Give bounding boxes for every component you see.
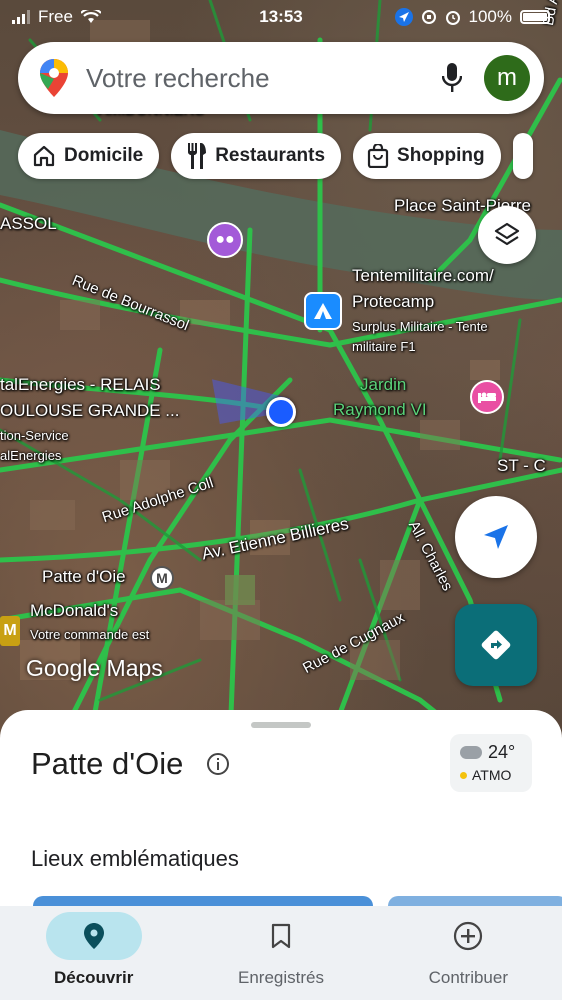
map-label-total-line2: OULOUSE GRANDE ...	[0, 401, 180, 420]
voice-search-button[interactable]	[430, 56, 474, 100]
map-label-raymond-vi: Raymond VI	[333, 400, 427, 419]
map-label-patte-doie: Patte d'Oie	[42, 567, 126, 586]
tent-store-icon[interactable]	[304, 292, 342, 330]
map-label-total-line1: talEnergies - RELAIS	[0, 375, 161, 394]
info-icon[interactable]	[206, 752, 230, 776]
wifi-icon	[80, 10, 101, 23]
location-pin-icon	[83, 923, 104, 949]
navigation-arrow-icon	[484, 525, 508, 549]
bottom-navigation: Découvrir Enregistrés Contribuer	[0, 906, 562, 1000]
map-layers-button[interactable]	[478, 206, 536, 264]
my-location-button[interactable]	[455, 496, 537, 578]
nav-label: Découvrir	[53, 968, 134, 987]
chip-restaurants[interactable]: Restaurants	[171, 133, 342, 179]
directions-icon	[481, 630, 511, 660]
map-label-total-line4: alEnergies	[0, 448, 62, 463]
nav-tab-contribuer[interactable]: Contribuer	[375, 906, 562, 1000]
alarm-icon	[445, 11, 460, 25]
map-label-protecamp: Protecamp	[352, 292, 435, 311]
chip-label: Restaurants	[215, 145, 326, 166]
cloud-icon	[460, 746, 482, 759]
search-bar[interactable]: Votre recherche m	[18, 42, 544, 114]
battery-percent: 100%	[468, 7, 512, 26]
location-services-icon	[394, 8, 413, 26]
air-quality-label: ATMO	[472, 767, 512, 783]
air-quality-dot	[460, 771, 467, 779]
place-title: Patte d'Oie	[31, 746, 184, 781]
status-bar: Free 13:53 100%	[0, 0, 562, 34]
google-maps-pin-icon	[40, 59, 68, 97]
map-label-surplus-line2: militaire F1	[352, 339, 416, 354]
map-label-surplus-line1: Surplus Militaire - Tente	[352, 319, 488, 334]
map-label-mcdonalds-sub: Votre commande est	[30, 627, 150, 642]
mcdonalds-icon[interactable]: M	[0, 616, 20, 646]
microphone-icon	[442, 63, 462, 92]
section-title: Lieux emblématiques	[31, 846, 239, 871]
bookmark-icon	[271, 923, 291, 949]
nav-tab-enregistres[interactable]: Enregistrés	[187, 906, 374, 1000]
directions-button[interactable]	[455, 604, 537, 686]
chip-more[interactable]	[512, 133, 533, 179]
chip-domicile[interactable]: Domicile	[18, 133, 160, 179]
account-avatar[interactable]: m	[484, 55, 530, 101]
layers-icon	[494, 222, 520, 246]
category-chips: Domicile Restaurants Shopping	[18, 133, 533, 179]
map-label-mcdonalds: McDonald's	[30, 601, 119, 620]
map-label-st-c: ST - C	[497, 456, 546, 475]
chip-shopping[interactable]: Shopping	[353, 133, 501, 179]
signal-icon	[12, 10, 30, 24]
search-input[interactable]: Votre recherche	[86, 63, 430, 94]
hotel-icon[interactable]	[470, 380, 504, 414]
map-label-total-line3: tion-Service	[0, 428, 69, 443]
carrier-name: Free	[38, 7, 73, 26]
weather-temperature: 24°	[488, 742, 516, 762]
sheet-drag-handle[interactable]	[251, 722, 311, 728]
nav-label: Enregistrés	[238, 968, 324, 987]
bottom-sheet[interactable]: Patte d'Oie 24° ATMO Lieux emblématiques	[0, 710, 562, 910]
chip-label: Domicile	[64, 145, 144, 166]
metro-icon[interactable]: M	[150, 566, 174, 590]
fork-knife-icon	[188, 143, 207, 169]
map-label-tentemilitaire: Tentemilitaire.com/	[352, 266, 494, 285]
battery-icon	[520, 10, 550, 24]
map-label-assol: ASSOL	[0, 214, 57, 233]
chip-label: Shopping	[397, 145, 485, 166]
add-circle-icon	[454, 921, 483, 951]
nav-label: Contribuer	[428, 968, 508, 987]
poi-purple-icon[interactable]: ●●	[207, 222, 243, 258]
shopping-bag-icon	[367, 144, 389, 168]
weather-widget[interactable]: 24° ATMO	[450, 734, 532, 792]
nav-tab-decouvrir[interactable]: Découvrir	[0, 906, 187, 1000]
google-maps-logo: Google Maps	[26, 655, 163, 681]
home-icon	[33, 145, 55, 167]
current-location-dot	[266, 397, 296, 427]
map-label-jardin: Jardin	[360, 375, 407, 394]
orientation-lock-icon	[421, 10, 436, 24]
